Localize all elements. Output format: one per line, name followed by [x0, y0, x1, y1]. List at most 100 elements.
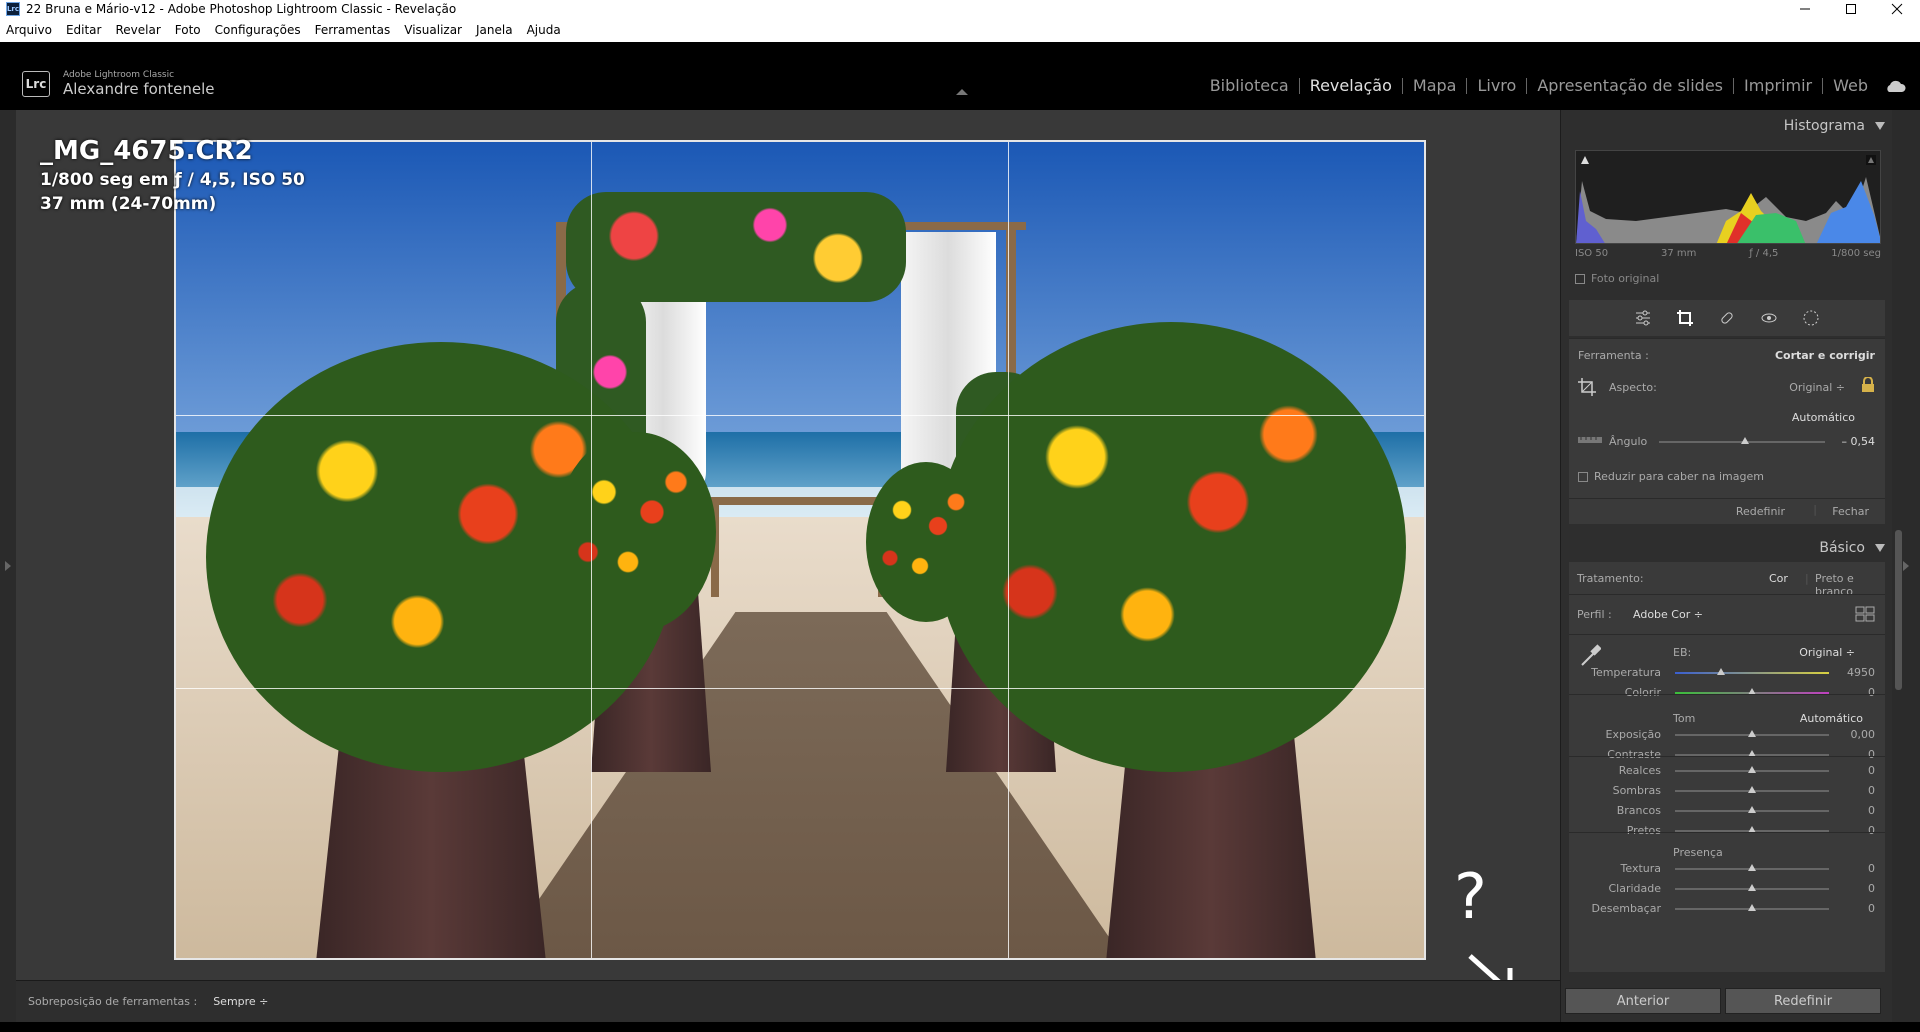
expand-left-panel-icon[interactable]: [4, 560, 12, 572]
treatment-label: Tratamento:: [1577, 572, 1644, 585]
treatment-color[interactable]: Cor: [1769, 572, 1788, 585]
tool-overlay-select[interactable]: Sempre ÷: [213, 995, 268, 1008]
eyedropper-icon[interactable]: [1579, 642, 1601, 668]
histogram-display[interactable]: [1575, 150, 1881, 244]
auto-straighten-button[interactable]: Automático: [1792, 411, 1855, 424]
slider-thumb[interactable]: [1748, 806, 1756, 813]
crop-grid-line: [1008, 142, 1009, 958]
sliders-icon[interactable]: [1634, 309, 1652, 327]
histogram-graph: [1576, 177, 1880, 243]
crop-frame-icon[interactable]: [1577, 377, 1597, 397]
profile-select[interactable]: Adobe Cor ÷: [1633, 608, 1703, 621]
slider-label: Exposição: [1605, 728, 1661, 741]
crop-close-button[interactable]: Fechar: [1832, 505, 1869, 518]
menu-revelar[interactable]: Revelar: [115, 23, 160, 37]
slider-value[interactable]: 4950: [1847, 666, 1875, 679]
menu-ajuda[interactable]: Ajuda: [527, 23, 561, 37]
slider-thumb[interactable]: [1748, 864, 1756, 871]
masking-icon[interactable]: [1802, 309, 1820, 327]
crop-grid-line: [176, 415, 1424, 416]
original-photo-checkbox[interactable]: [1575, 273, 1585, 284]
angle-value[interactable]: – 0,54: [1842, 435, 1876, 448]
wb-select[interactable]: Original ÷: [1799, 646, 1855, 659]
crop-reset-button[interactable]: Redefinir: [1736, 505, 1785, 518]
collapse-triangle-icon[interactable]: [1875, 544, 1885, 552]
crop-tool-icon[interactable]: [1676, 309, 1694, 327]
lock-icon[interactable]: [1861, 377, 1875, 393]
minimize-icon: [1800, 8, 1810, 10]
straighten-tool-icon[interactable]: [1577, 433, 1603, 447]
menu-foto[interactable]: Foto: [175, 23, 201, 37]
constrain-to-image-option[interactable]: Reduzir para caber na imagem: [1578, 470, 1764, 483]
left-panel-collapsed[interactable]: [0, 110, 16, 1022]
slider-thumb[interactable]: [1748, 884, 1756, 891]
module-apresentacao[interactable]: Apresentação de slides: [1527, 78, 1735, 94]
menu-ferramentas[interactable]: Ferramentas: [315, 23, 391, 37]
profile-browser-icon[interactable]: [1855, 606, 1875, 622]
slider-value[interactable]: 0: [1868, 824, 1875, 837]
lrc-logo: Lrc: [22, 71, 50, 97]
aspect-select[interactable]: Original ÷: [1789, 381, 1845, 394]
module-revelacao[interactable]: Revelação: [1300, 78, 1403, 94]
maximize-button[interactable]: [1828, 0, 1874, 18]
angle-label: Ângulo: [1609, 435, 1648, 448]
angle-slider-thumb[interactable]: [1741, 437, 1750, 444]
slider-value[interactable]: 0: [1868, 748, 1875, 761]
reset-button[interactable]: Redefinir: [1725, 988, 1881, 1014]
slider-value[interactable]: 0: [1868, 862, 1875, 875]
module-imprimir[interactable]: Imprimir: [1734, 78, 1824, 94]
module-mapa[interactable]: Mapa: [1403, 78, 1468, 94]
previous-button[interactable]: Anterior: [1565, 988, 1721, 1014]
slider-label: Colorir: [1624, 686, 1661, 699]
image-canvas[interactable]: _MG_4675.CR2 1/800 seg em ƒ / 4,5, ISO 5…: [16, 110, 1560, 995]
slider-thumb[interactable]: [1748, 904, 1756, 911]
slider-value[interactable]: 0,00: [1851, 728, 1876, 741]
original-photo-toggle[interactable]: Foto original: [1575, 272, 1659, 285]
slider-thumb[interactable]: [1717, 668, 1726, 675]
menu-janela[interactable]: Janela: [476, 23, 513, 37]
menu-bar: Arquivo Editar Revelar Foto Configuraçõe…: [0, 18, 1920, 42]
constrain-checkbox[interactable]: [1578, 471, 1588, 482]
collapse-right-panel-icon[interactable]: [1902, 560, 1910, 572]
cloud-icon[interactable]: [1884, 79, 1906, 93]
original-photo-label: Foto original: [1591, 272, 1660, 285]
histogram-aperture: ƒ / 4,5: [1749, 248, 1779, 259]
module-biblioteca[interactable]: Biblioteca: [1200, 78, 1300, 94]
slider-thumb[interactable]: [1748, 766, 1756, 773]
slider-value[interactable]: 0: [1868, 804, 1875, 817]
collapse-top-panel-icon[interactable]: [956, 89, 968, 95]
menu-configuracoes[interactable]: Configurações: [215, 23, 301, 37]
module-livro[interactable]: Livro: [1467, 78, 1528, 94]
slider-value[interactable]: 0: [1868, 764, 1875, 777]
collapse-triangle-icon[interactable]: [1875, 122, 1885, 130]
menu-arquivo[interactable]: Arquivo: [6, 23, 52, 37]
tool-name: Cortar e corrigir: [1774, 349, 1875, 362]
slider-value[interactable]: 0: [1868, 882, 1875, 895]
menu-visualizar[interactable]: Visualizar: [404, 23, 462, 37]
histogram-header[interactable]: Histograma: [1561, 112, 1893, 140]
identity-plate-bar: Lrc Adobe Lightroom Classic Alexandre fo…: [0, 42, 1920, 110]
histogram-info: ISO 50 37 mm ƒ / 4,5 1/800 seg: [1575, 248, 1881, 259]
menu-editar[interactable]: Editar: [66, 23, 102, 37]
shadow-clipping-icon[interactable]: [1580, 155, 1590, 165]
close-button[interactable]: [1874, 0, 1920, 18]
basic-header[interactable]: Básico: [1561, 534, 1893, 562]
module-web[interactable]: Web: [1823, 78, 1878, 94]
slider-value[interactable]: 0: [1868, 784, 1875, 797]
red-eye-icon[interactable]: [1760, 309, 1778, 327]
slider-thumb[interactable]: [1748, 730, 1756, 737]
highlight-clipping-icon[interactable]: [1866, 155, 1876, 165]
window-title: 22 Bruna e Mário-v12 - Adobe Photoshop L…: [26, 2, 457, 16]
healing-brush-icon[interactable]: [1718, 309, 1736, 327]
photo-crop-area[interactable]: [174, 140, 1426, 960]
slider-thumb[interactable]: [1748, 786, 1756, 793]
slider-value[interactable]: 0: [1868, 902, 1875, 915]
minimize-button[interactable]: [1782, 0, 1828, 18]
bouquet-mid-left: [556, 432, 716, 632]
slider-track[interactable]: [1675, 672, 1829, 674]
slider-value[interactable]: 0: [1868, 686, 1875, 699]
table-top: [711, 497, 886, 505]
tone-auto-button[interactable]: Automático: [1800, 712, 1863, 725]
right-panel-scrollbar[interactable]: [1895, 530, 1902, 690]
slider-label: Contraste: [1607, 748, 1661, 761]
